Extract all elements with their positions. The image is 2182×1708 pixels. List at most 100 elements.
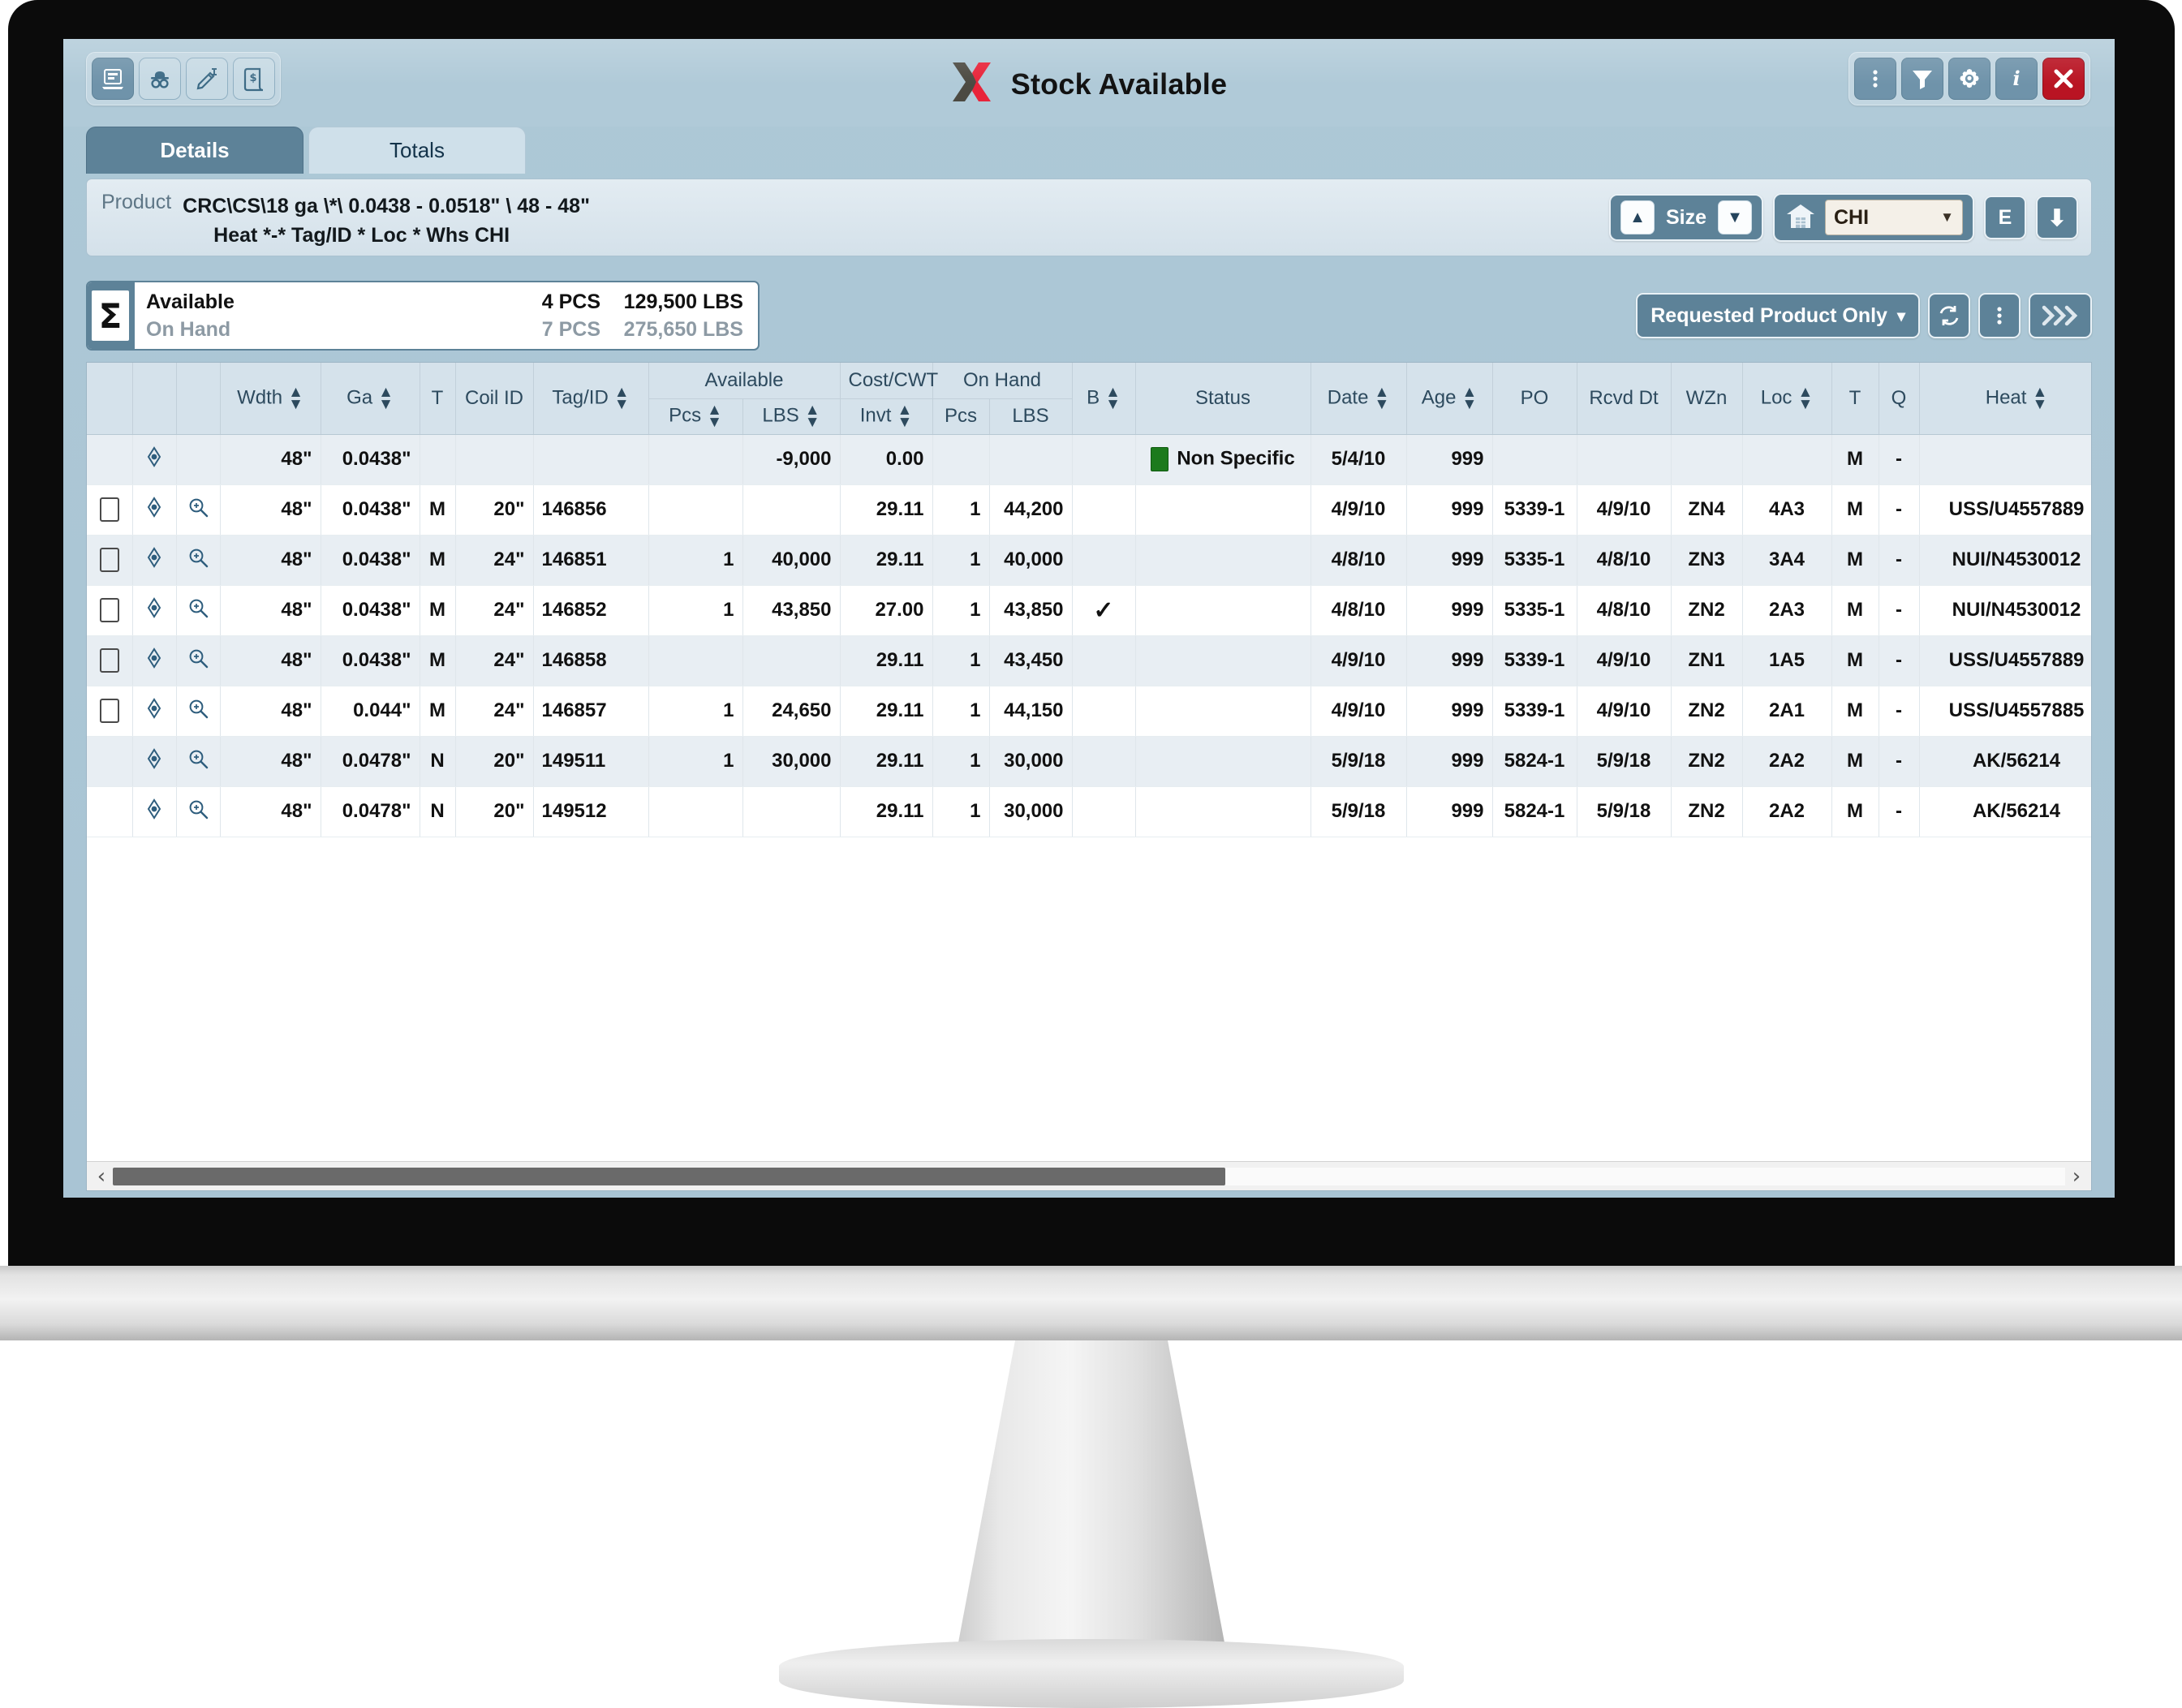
zoom-search-icon[interactable] (187, 699, 209, 724)
table-row[interactable]: 48" 0.0438" M 24" 146858 29.11 1 43,450 4/9/10 99… (87, 635, 2091, 686)
zoom-search-icon[interactable] (187, 649, 209, 673)
table-header-cell-oh_pcs[interactable]: Pcs (932, 398, 990, 435)
table-row[interactable]: 48" 0.0478" N 20" 149511 1 30,000 29.11 1 30,000 5… (87, 736, 2091, 787)
table-header-cell-wzn[interactable]: WZn (1671, 363, 1743, 435)
more-menu-icon[interactable] (1854, 58, 1896, 100)
scroll-track[interactable] (113, 1167, 2065, 1185)
cell-zoom[interactable] (176, 484, 221, 536)
cell-zoom[interactable] (176, 786, 221, 837)
table-header-cell-po[interactable]: PO (1492, 363, 1577, 435)
table-header-cell-t1[interactable]: T (420, 363, 456, 435)
tab-details[interactable]: Details (86, 127, 303, 174)
zoom-search-icon[interactable] (187, 750, 209, 774)
cell-target[interactable] (132, 484, 177, 536)
table-header-cell-age[interactable]: Age ▲ ▼ (1406, 363, 1493, 435)
scroll-thumb[interactable] (113, 1167, 1226, 1185)
chevrons-right-icon[interactable] (2029, 293, 2092, 338)
sort-arrows-icon[interactable]: ▲ ▼ (1797, 384, 1813, 411)
table-header-cell-av_pcs[interactable]: Pcs ▲ ▼ (648, 398, 743, 435)
target-icon[interactable] (144, 798, 165, 824)
size-increase-button[interactable]: ▲ (1620, 200, 1655, 234)
cell-sel[interactable] (87, 786, 133, 837)
row-checkbox[interactable] (99, 648, 119, 673)
cell-sel[interactable] (87, 686, 133, 737)
cell-sel[interactable] (87, 535, 133, 586)
row-checkbox[interactable] (99, 699, 119, 723)
table-header-cell-heat[interactable]: Heat ▲ ▼ (1919, 363, 2091, 435)
sort-arrows-icon[interactable]: ▲ ▼ (805, 402, 820, 430)
row-checkbox[interactable] (99, 497, 119, 522)
table-header-cell-date[interactable]: Date ▲ ▼ (1310, 363, 1407, 435)
sort-arrows-icon[interactable]: ▲ ▼ (1461, 384, 1477, 411)
table-header-cell-t2[interactable]: T (1831, 363, 1879, 435)
cell-zoom[interactable] (176, 585, 221, 636)
zoom-search-icon[interactable] (187, 800, 209, 824)
cell-zoom[interactable] (176, 686, 221, 737)
target-icon[interactable] (144, 596, 165, 623)
table-row[interactable]: 48" 0.0438" M 24" 146852 1 43,850 27.00 1 43,850 ✓… (87, 585, 2091, 636)
table-header-cell-invt[interactable]: Invt ▲ ▼ (840, 398, 933, 435)
target-icon[interactable] (144, 445, 165, 472)
cell-sel[interactable] (87, 736, 133, 787)
table-header-cell-tagid[interactable]: Tag/ID ▲ ▼ (533, 363, 649, 435)
table-row[interactable]: 48" 0.044" M 24" 146857 1 24,650 29.11 1 44,150 4/… (87, 686, 2091, 737)
table-header-cell-oh_lbs[interactable]: LBS (989, 398, 1073, 435)
table-row[interactable]: 48" 0.0438" M 24" 146851 1 40,000 29.11 1 40,000 4… (87, 535, 2091, 586)
size-decrease-button[interactable]: ▼ (1718, 200, 1752, 234)
table-header-cell-ga[interactable]: Ga ▲ ▼ (321, 363, 420, 435)
table-header-cell-b[interactable]: B ▲ ▼ (1072, 363, 1136, 435)
cell-target[interactable] (132, 736, 177, 787)
table-header-cell-coilid[interactable]: Coil ID (455, 363, 534, 435)
table-row[interactable]: 48" 0.0438" M 20" 146856 29.11 1 44,200 4/9/10 99… (87, 484, 2091, 536)
table-header-cell-rcvd[interactable]: Rcvd Dt (1577, 363, 1672, 435)
sort-arrows-icon[interactable]: ▲ ▼ (614, 384, 630, 411)
zoom-search-icon[interactable] (187, 599, 209, 623)
target-icon[interactable] (144, 496, 165, 523)
filter-icon[interactable] (1901, 58, 1943, 100)
table-header-cell-target[interactable] (132, 363, 177, 435)
table-header-cell-av_lbs[interactable]: LBS ▲ ▼ (742, 398, 841, 435)
info-icon[interactable]: i (1995, 58, 2038, 100)
cell-sel[interactable] (87, 434, 133, 485)
target-icon[interactable] (144, 747, 165, 774)
row-checkbox[interactable] (99, 598, 119, 622)
cell-target[interactable] (132, 585, 177, 636)
cell-sel[interactable] (87, 484, 133, 536)
cell-target[interactable] (132, 686, 177, 737)
more-menu-icon[interactable] (1978, 293, 2021, 338)
table-header-cell-status[interactable]: Status (1135, 363, 1311, 435)
cell-zoom[interactable] (176, 736, 221, 787)
cell-target[interactable] (132, 635, 177, 686)
cell-zoom[interactable] (176, 635, 221, 686)
gear-icon[interactable] (1948, 58, 1990, 100)
table-header-cell-wdth[interactable]: Wdth ▲ ▼ (220, 363, 321, 435)
download-button[interactable]: ⬇ (2036, 196, 2078, 239)
sort-arrows-icon[interactable]: ▲ ▼ (378, 384, 394, 411)
sort-arrows-icon[interactable]: ▲ ▼ (2032, 384, 2047, 411)
cell-target[interactable] (132, 786, 177, 837)
close-icon[interactable] (2042, 58, 2085, 100)
cell-target[interactable] (132, 535, 177, 586)
table-header-cell-zoom[interactable] (176, 363, 221, 435)
cell-target[interactable] (132, 434, 177, 485)
cell-sel[interactable] (87, 585, 133, 636)
sort-arrows-icon[interactable]: ▲ ▼ (1105, 384, 1121, 411)
table-header-cell-q[interactable]: Q (1879, 363, 1920, 435)
target-icon[interactable] (144, 697, 165, 724)
cell-zoom[interactable] (176, 535, 221, 586)
table-row[interactable]: 48" 0.0478" N 20" 149512 29.11 1 30,000 5/9/18 99… (87, 786, 2091, 837)
sort-arrows-icon[interactable]: ▲ ▼ (897, 402, 912, 430)
cell-sel[interactable] (87, 635, 133, 686)
refresh-icon[interactable] (1928, 293, 1970, 338)
table-header-cell-loc[interactable]: Loc ▲ ▼ (1742, 363, 1832, 435)
tab-totals[interactable]: Totals (308, 127, 526, 174)
sort-arrows-icon[interactable]: ▲ ▼ (288, 384, 303, 411)
export-e-button[interactable]: E (1984, 196, 2026, 239)
target-icon[interactable] (144, 546, 165, 573)
zoom-search-icon[interactable] (187, 549, 209, 573)
warehouse-dropdown[interactable]: CHI ▼ (1825, 200, 1963, 235)
row-checkbox[interactable] (99, 548, 119, 572)
scroll-right-arrow[interactable]: › (2065, 1164, 2088, 1189)
sort-arrows-icon[interactable]: ▲ ▼ (707, 402, 722, 430)
cell-zoom[interactable] (176, 434, 221, 485)
